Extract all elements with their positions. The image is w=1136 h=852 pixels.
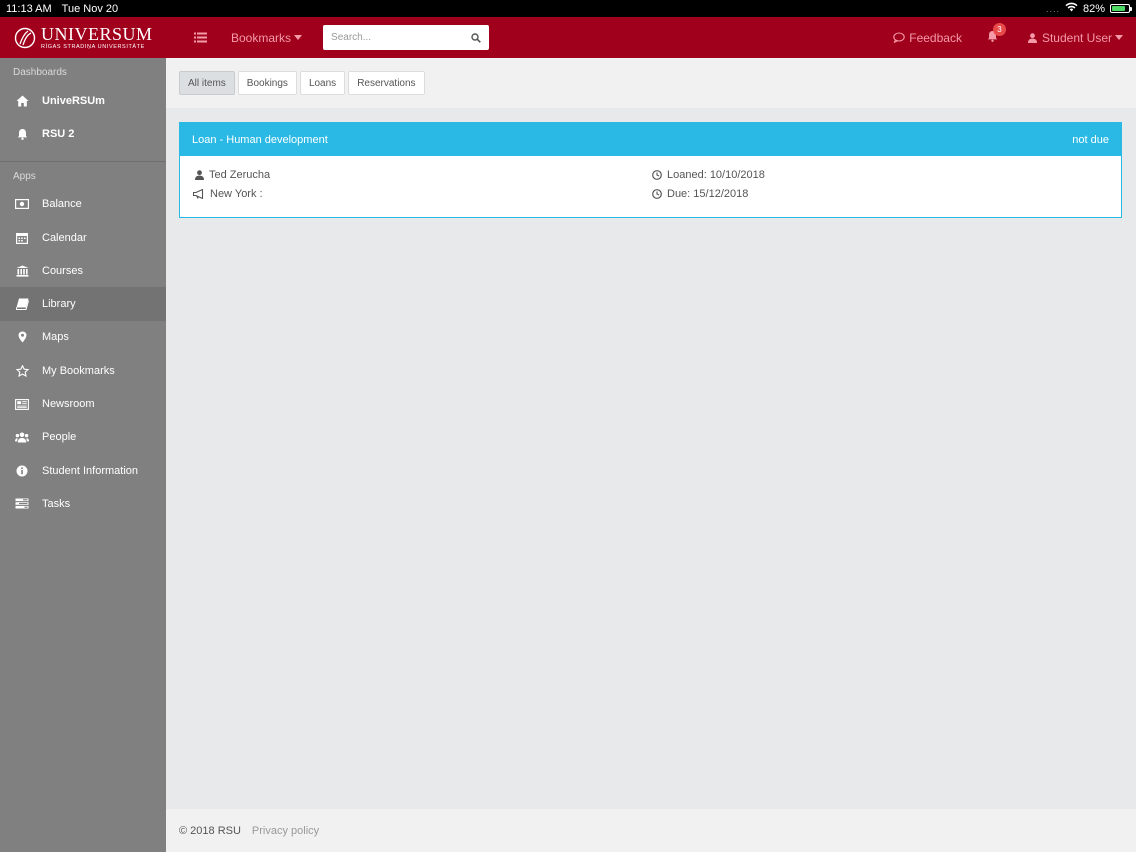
notification-count-badge: 3: [992, 23, 1006, 36]
loan-due-date: Due: 15/12/2018: [667, 188, 749, 200]
sidebar-item-label: Library: [42, 298, 76, 311]
sidebar-item-my-bookmarks[interactable]: My Bookmarks: [0, 354, 166, 387]
home-icon: [14, 94, 30, 108]
loan-status: not due: [1072, 133, 1109, 146]
loan-loaned-row: Loaned: 10/10/2018: [652, 169, 765, 181]
bookmarks-dropdown[interactable]: Bookmarks: [231, 30, 303, 45]
loan-due-row: Due: 15/12/2018: [652, 188, 748, 200]
tab-all-items[interactable]: All items: [179, 71, 235, 95]
notifications-button[interactable]: 3: [987, 23, 1006, 45]
sidebar-item-label: My Bookmarks: [42, 364, 115, 377]
tasks-icon: [14, 497, 30, 511]
comment-icon: [893, 32, 905, 43]
sidebar-item-courses[interactable]: Courses: [0, 254, 166, 287]
main-content: All items Bookings Loans Reservations Lo…: [166, 58, 1136, 809]
loan-location-row: New York :: [193, 188, 263, 200]
status-date: Tue Nov 20: [61, 2, 119, 15]
brand-name: UNIVERSUM: [41, 23, 153, 44]
loan-loaned-date: Loaned: 10/10/2018: [667, 169, 765, 181]
caret-down-icon: [294, 35, 303, 40]
signal-dots-icon: ....: [1045, 3, 1060, 14]
sidebar-item-calendar[interactable]: Calendar: [0, 221, 166, 254]
user-label: Student User: [1041, 30, 1112, 45]
user-menu-dropdown[interactable]: Student User: [1027, 30, 1123, 45]
star-icon: [14, 364, 30, 378]
sidebar-item-label: RSU 2: [42, 127, 75, 140]
search-icon[interactable]: [471, 32, 481, 43]
sidebar-item-balance[interactable]: Balance: [0, 188, 166, 221]
sidebar-item-label: Student Information: [42, 464, 139, 477]
sidebar-item-label: Courses: [42, 264, 83, 277]
loan-card[interactable]: Loan - Human development not due Ted Zer…: [179, 122, 1122, 218]
sidebar-toggle-button[interactable]: [192, 30, 208, 46]
sidebar-item-student-information[interactable]: Student Information: [0, 454, 166, 487]
page-footer: © 2018 RSU Privacy policy: [166, 809, 1136, 852]
sidebar-item-label: Newsroom: [42, 398, 95, 411]
battery-icon: [1110, 4, 1132, 13]
loan-location: New York :: [210, 188, 263, 200]
sidebar-item-label: Maps: [42, 331, 69, 344]
sidebar-section-dashboards: Dashboards: [13, 67, 67, 78]
loan-card-header: Loan - Human development not due: [180, 123, 1121, 156]
tab-reservations[interactable]: Reservations: [348, 71, 425, 95]
brand-subtitle: RĪGAS STRADIŅA UNIVERSITĀTE: [41, 43, 145, 50]
loan-person-row: Ted Zerucha: [195, 169, 270, 181]
newspaper-icon: [14, 397, 30, 411]
loan-card-body: Ted Zerucha New York : Loaned: 10/10/201…: [180, 156, 1121, 217]
tab-bookings[interactable]: Bookings: [237, 71, 297, 95]
sidebar-section-apps: Apps: [13, 170, 36, 182]
wifi-icon: [1065, 2, 1078, 15]
privacy-policy-link[interactable]: Privacy policy: [252, 825, 319, 837]
copyright-text: © 2018 RSU: [179, 824, 241, 837]
sidebar-item-label: Balance: [42, 198, 82, 211]
users-icon: [14, 430, 30, 444]
loan-title: Loan - Human development: [192, 133, 328, 146]
filter-tabs: All items Bookings Loans Reservations: [166, 58, 1136, 108]
clock-icon: [652, 170, 662, 180]
battery-percent: 82%: [1082, 2, 1105, 15]
feedback-link[interactable]: Feedback: [893, 31, 962, 45]
institution-icon: [14, 264, 30, 278]
calendar-icon: [14, 231, 30, 245]
status-time: 11:13 AM: [6, 2, 52, 15]
bullhorn-icon: [193, 189, 204, 199]
sidebar-item-label: Calendar: [42, 231, 87, 244]
book-icon: [14, 297, 30, 311]
sidebar-item-label: Tasks: [42, 497, 71, 510]
menu-list-icon: [193, 32, 207, 43]
feedback-label: Feedback: [909, 30, 962, 45]
tab-loans[interactable]: Loans: [299, 71, 346, 95]
sidebar-item-library[interactable]: Library: [0, 287, 166, 321]
user-icon: [195, 170, 204, 180]
sidebar-item-tasks[interactable]: Tasks: [0, 487, 166, 520]
sidebar-item-label: UniveRSUm: [42, 94, 105, 107]
bookmarks-label: Bookmarks: [231, 30, 292, 45]
sidebar: Dashboards UniveRSUm RSU 2 Apps Balance …: [0, 58, 166, 852]
sidebar-item-maps[interactable]: Maps: [0, 321, 166, 354]
map-marker-icon: [14, 330, 30, 344]
user-icon: [1027, 32, 1037, 43]
top-navbar: UNIVERSUM RĪGAS STRADIŅA UNIVERSITĀTE Bo…: [0, 17, 1136, 58]
search-box: [323, 25, 490, 50]
search-input[interactable]: [331, 32, 472, 43]
ios-status-bar: 11:13 AM Tue Nov 20 .... 82%: [0, 0, 1136, 17]
sidebar-item-universum[interactable]: UniveRSUm: [0, 84, 166, 117]
sidebar-item-label: People: [42, 431, 77, 444]
bell-icon: [14, 127, 30, 141]
money-icon: [14, 197, 30, 211]
loan-person: Ted Zerucha: [209, 169, 271, 181]
sidebar-item-rsu2[interactable]: RSU 2: [0, 117, 166, 150]
brand-logo[interactable]: UNIVERSUM RĪGAS STRADIŅA UNIVERSITĀTE: [0, 17, 166, 58]
sidebar-item-people[interactable]: People: [0, 421, 166, 454]
clock-icon: [652, 189, 662, 199]
caret-down-icon: [1115, 35, 1123, 40]
info-circle-icon: [14, 464, 30, 478]
universum-logo-icon: [14, 27, 36, 48]
sidebar-item-newsroom[interactable]: Newsroom: [0, 387, 166, 420]
